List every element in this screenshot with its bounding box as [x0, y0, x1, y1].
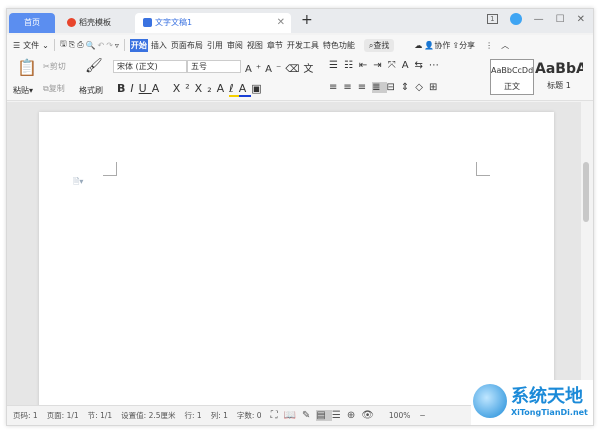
- document-area[interactable]: 🗎▾: [7, 102, 581, 406]
- watermark-url: XiTongTianDi.net: [511, 408, 588, 417]
- paragraph-icon[interactable]: 🗎▾: [73, 176, 83, 190]
- collab-button[interactable]: 👤协作: [424, 40, 450, 51]
- search-button[interactable]: ⌕查找: [363, 38, 395, 52]
- menu-insert[interactable]: 插入: [150, 39, 168, 52]
- font-tools[interactable]: A⁺A⁻⌫文: [245, 60, 317, 75]
- ribbon: 📋 粘贴▾ ✂剪切 ⧉复制 🖌 格式刷 宋体 (正文) 五号 A⁺A⁻⌫文 BI…: [7, 55, 593, 101]
- menu-developer[interactable]: 开发工具: [286, 39, 320, 52]
- tab-label: 文字文稿1: [155, 18, 193, 27]
- chevron-down-icon: ⌄: [42, 40, 49, 50]
- share-button[interactable]: ⇪分享: [452, 40, 475, 51]
- paragraph-tools-row2[interactable]: ≡≡≡≣⊟⇕◇⊞: [329, 82, 443, 93]
- watermark-logo: 系统天地 XiTongTianDi.net: [471, 380, 593, 425]
- tab-document[interactable]: 文字文稿1 ✕: [135, 13, 291, 33]
- cut-button[interactable]: ✂剪切: [43, 61, 66, 72]
- avatar[interactable]: [509, 13, 522, 25]
- status-section: 节: 1/1: [87, 411, 113, 420]
- format-painter-icon[interactable]: 🖌: [85, 58, 103, 74]
- font-format-tools[interactable]: BIUA X²X₂AℓA▣: [117, 82, 267, 97]
- font-size-select[interactable]: 五号: [187, 60, 241, 73]
- page-count-badge[interactable]: 1: [487, 14, 498, 24]
- customize-icon[interactable]: ▿: [115, 41, 119, 50]
- paragraph-tools-row1[interactable]: ☰☷⇤⇥⤧A⇆⋯: [329, 60, 445, 71]
- vertical-scrollbar[interactable]: [581, 102, 591, 406]
- undo-icon[interactable]: ↶: [97, 41, 104, 50]
- style-preview: AaBbA: [535, 61, 583, 77]
- menu-bar: ☰ 文件 ⌄ 🖫 ⎘ ⎙ 🔍 ↶ ↷ ▿ 开始 插入 页面布局 引用 审阅 视图 章节 开发工…: [7, 35, 593, 55]
- writer-icon: [143, 18, 152, 27]
- margin-mark: [476, 162, 490, 176]
- font-family-select[interactable]: 宋体 (正文): [113, 60, 187, 73]
- format-painter-button[interactable]: 格式刷: [79, 85, 103, 96]
- maximize-icon[interactable]: ☐: [556, 14, 565, 25]
- more-icon[interactable]: ⋮: [485, 41, 493, 50]
- paste-icon[interactable]: 📋: [17, 58, 37, 77]
- zoom-level[interactable]: 100%: [389, 411, 410, 420]
- minimize-icon[interactable]: —: [534, 14, 544, 25]
- style-normal[interactable]: AaBbCcDd 正文: [490, 59, 534, 95]
- status-row: 行: 1: [184, 411, 202, 420]
- menu-references[interactable]: 引用: [206, 39, 224, 52]
- globe-icon: [473, 384, 507, 418]
- collab-label: 协作: [434, 40, 451, 50]
- document-page[interactable]: 🗎▾: [39, 112, 554, 406]
- tab-bar: 首页 稻壳模板 文字文稿1 ✕ + 1 — ☐ ✕: [7, 9, 593, 33]
- cloud-icon[interactable]: ☁: [414, 41, 422, 50]
- menu-review[interactable]: 审阅: [226, 39, 244, 52]
- style-label: 标题 1: [547, 81, 571, 90]
- style-label: 正文: [504, 82, 520, 91]
- search-label: 查找: [373, 40, 390, 50]
- watermark-brand: 系统天地: [511, 386, 583, 407]
- preview-icon[interactable]: 🔍: [86, 41, 96, 50]
- docer-icon: [67, 18, 76, 27]
- status-pages: 页面: 1/1: [46, 411, 79, 420]
- app-window: 首页 稻壳模板 文字文稿1 ✕ + 1 — ☐ ✕ ☰ 文件 ⌄ 🖫 ⎘ ⎙ 🔍 ↶ ↷ ▿ 开…: [6, 8, 594, 426]
- scrollbar-thumb[interactable]: [583, 162, 589, 222]
- style-preview: AaBbCcDd: [491, 66, 534, 75]
- share-label: 分享: [459, 40, 476, 50]
- menu-view[interactable]: 视图: [246, 39, 264, 52]
- close-window-icon[interactable]: ✕: [577, 14, 585, 25]
- menu-layout[interactable]: 页面布局: [170, 39, 204, 52]
- style-heading1[interactable]: AaBbA 标题 1: [535, 59, 583, 95]
- status-setting: 设置值: 2.5厘米: [121, 411, 176, 420]
- menu-file[interactable]: 文件: [22, 39, 40, 52]
- zoom-out-icon[interactable]: −: [419, 411, 425, 420]
- tab-templates[interactable]: 稻壳模板: [59, 13, 131, 33]
- redo-icon[interactable]: ↷: [106, 41, 113, 50]
- copy-button[interactable]: ⧉复制: [43, 83, 65, 94]
- paste-label: 粘贴: [13, 86, 29, 95]
- save-icon[interactable]: 🖫: [60, 38, 67, 52]
- print-icon[interactable]: ⎙: [77, 40, 83, 50]
- menu-section[interactable]: 章节: [266, 39, 284, 52]
- status-wordcount: 字数: 0: [236, 411, 262, 420]
- close-tab-icon[interactable]: ✕: [277, 13, 285, 33]
- export-icon[interactable]: ⎘: [69, 40, 75, 50]
- margin-mark: [103, 162, 117, 176]
- new-tab-button[interactable]: +: [301, 12, 313, 28]
- status-page: 页码: 1: [13, 411, 38, 420]
- menu-home[interactable]: 开始: [129, 38, 148, 52]
- tab-home[interactable]: 首页: [9, 13, 55, 33]
- cut-label: 剪切: [49, 62, 66, 71]
- view-mode-icons[interactable]: ⛶📖✎▤☰⊕👁: [271, 410, 380, 421]
- paste-button[interactable]: 粘贴▾: [13, 85, 33, 96]
- collapse-ribbon-icon[interactable]: ︿: [501, 40, 509, 51]
- status-col: 列: 1: [210, 411, 228, 420]
- tab-label: 稻壳模板: [79, 18, 111, 27]
- menu-features[interactable]: 特色功能: [322, 39, 356, 52]
- copy-label: 复制: [48, 84, 65, 93]
- hamburger-icon[interactable]: ☰: [13, 41, 20, 50]
